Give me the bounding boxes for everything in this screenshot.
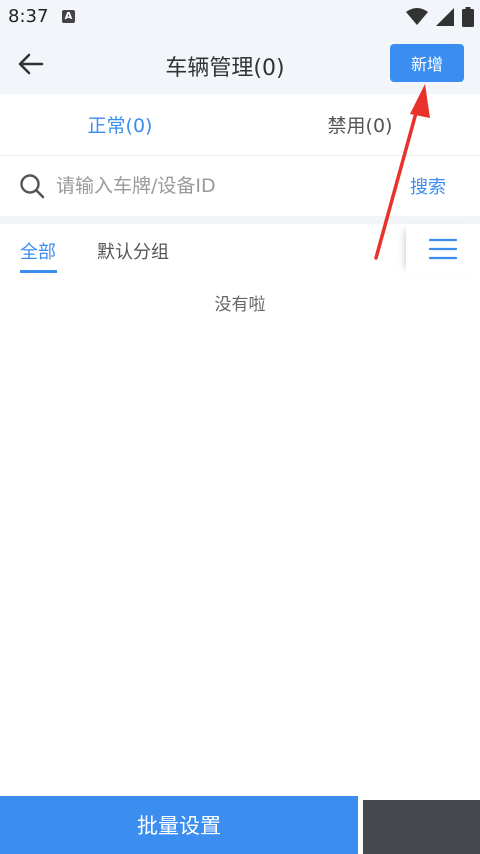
tab-normal[interactable]: 正常(0) bbox=[0, 94, 240, 155]
empty-state-text: 没有啦 bbox=[214, 295, 266, 315]
status-tabs: 正常(0) 禁用(0) bbox=[0, 94, 480, 156]
signal-icon bbox=[436, 8, 454, 26]
add-vehicle-button[interactable]: 新增 bbox=[390, 44, 464, 82]
tab-disabled[interactable]: 禁用(0) bbox=[240, 94, 480, 155]
app-notification-icon: A bbox=[62, 10, 75, 23]
group-tabs: 全部 默认分组 bbox=[0, 224, 480, 276]
app-header: 车辆管理(0) 新增 bbox=[0, 34, 480, 94]
search-input[interactable] bbox=[56, 170, 376, 202]
search-icon bbox=[20, 174, 45, 199]
bottom-overlay-panel bbox=[363, 800, 480, 854]
status-bar: 8:37 A bbox=[0, 0, 480, 34]
search-button[interactable]: 搜索 bbox=[410, 173, 446, 199]
status-time: 8:37 bbox=[8, 6, 49, 27]
group-tab-default[interactable]: 默认分组 bbox=[97, 238, 169, 264]
section-divider bbox=[0, 216, 480, 224]
group-tab-all[interactable]: 全部 bbox=[20, 238, 56, 264]
batch-settings-button[interactable]: 批量设置 bbox=[0, 796, 358, 854]
group-menu-button[interactable] bbox=[406, 224, 480, 274]
wifi-icon bbox=[406, 8, 428, 25]
page-title: 车辆管理(0) bbox=[165, 56, 285, 81]
search-bar: 搜索 bbox=[0, 156, 480, 216]
battery-icon bbox=[462, 7, 474, 27]
status-icons bbox=[406, 6, 474, 28]
menu-icon bbox=[429, 238, 457, 260]
active-tab-indicator bbox=[20, 270, 57, 273]
